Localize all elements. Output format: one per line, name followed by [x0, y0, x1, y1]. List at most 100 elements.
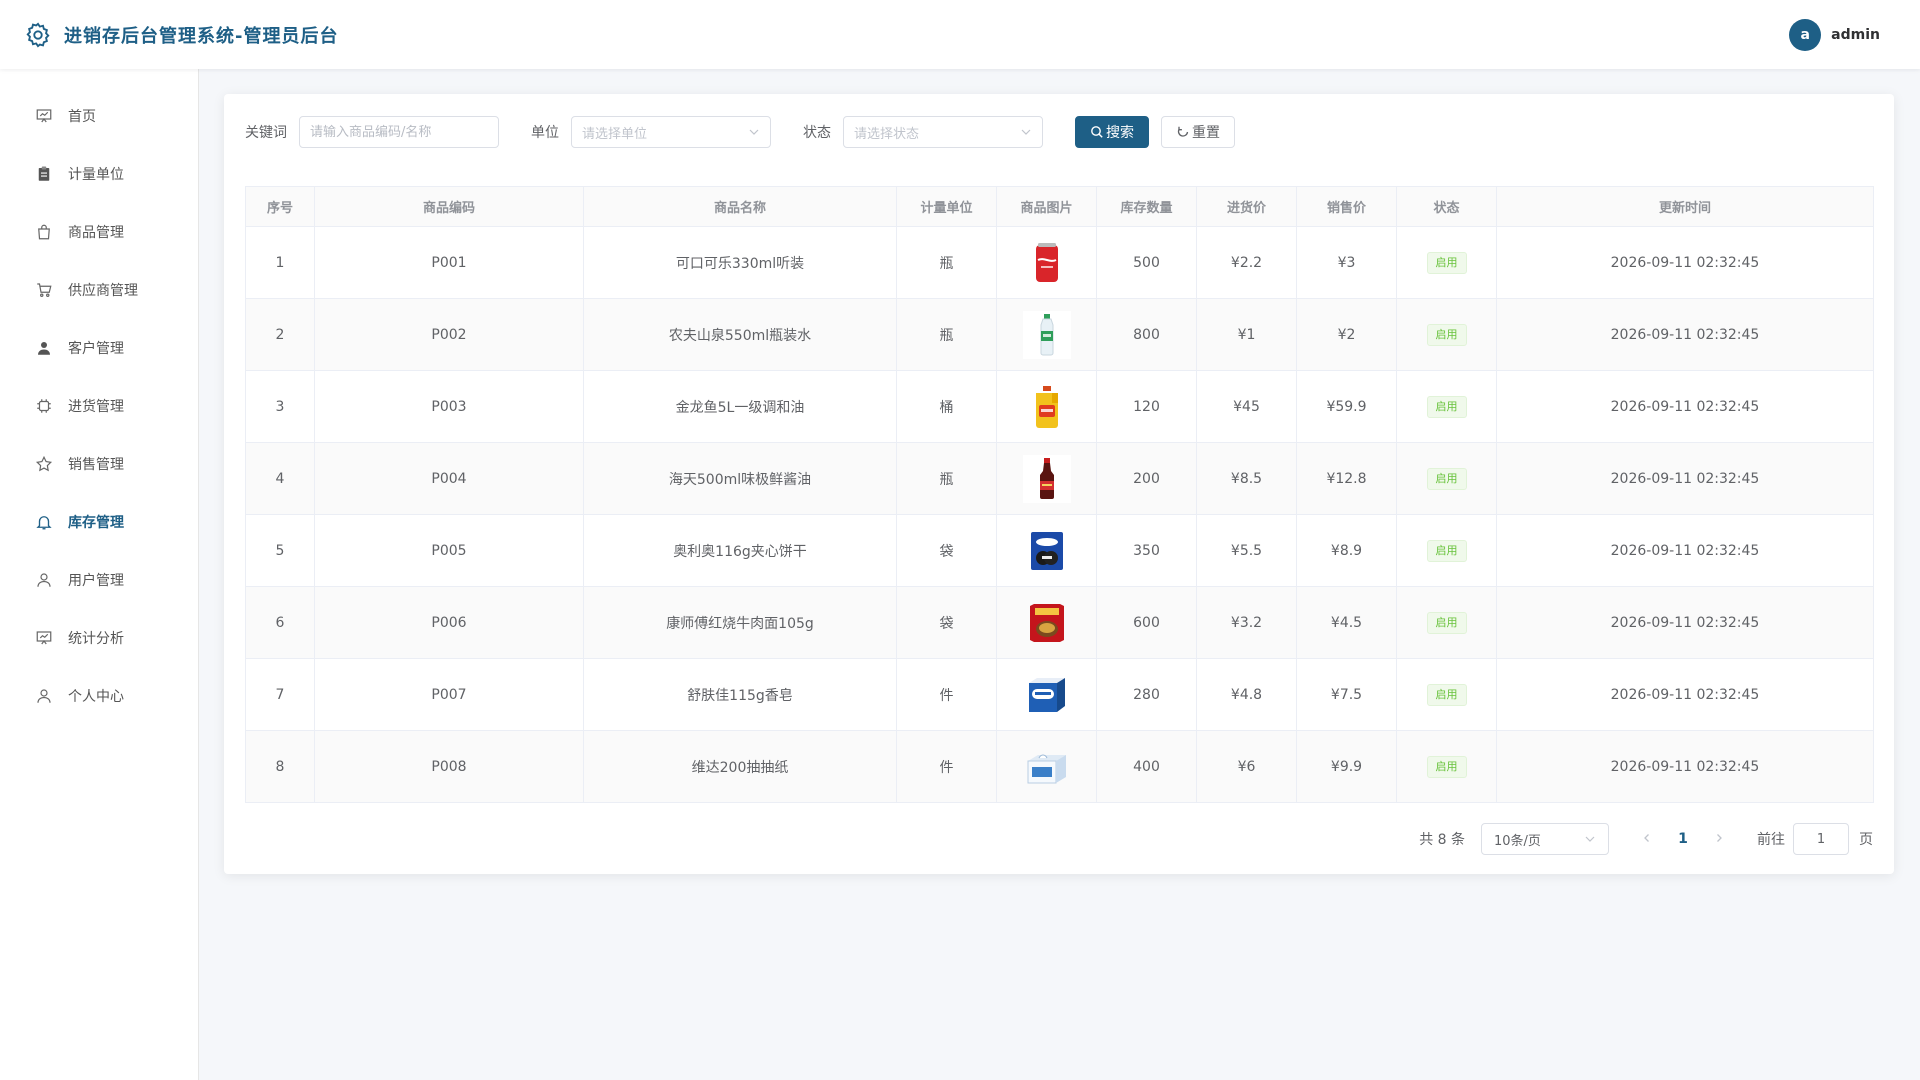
oreo-pack-image[interactable]: [1023, 527, 1071, 575]
water-bottle-image[interactable]: [1022, 310, 1071, 359]
status-badge: 启用: [1426, 755, 1467, 778]
sidebar-item-purchase[interactable]: 进货管理: [0, 377, 198, 435]
search-icon: [1090, 125, 1104, 139]
table-row[interactable]: 6 P006 康师傅红烧牛肉面105g 袋 600 ¥3.2 ¥4.5 启用 2…: [245, 586, 1874, 659]
sidebar-item-products[interactable]: 商品管理: [0, 203, 198, 261]
pagination: 共 8 条 10条/页 1 前往 1 页: [1419, 823, 1873, 855]
unit-select-placeholder: 请选择单位: [582, 126, 648, 142]
inventory-table: 序号 商品编码 商品名称 计量单位 商品图片 库存数量 进货价 销售价 状态 更…: [245, 186, 1874, 803]
chart-board-icon: [34, 628, 54, 648]
app-title: 进销存后台管理系统-管理员后台: [64, 25, 339, 47]
cell-updated: 2026-09-11 02:32:45: [1496, 370, 1874, 443]
column-header: 销售价: [1296, 186, 1397, 227]
sidebar-item-label: 客户管理: [68, 341, 124, 357]
column-header: 商品名称: [583, 186, 897, 227]
keyword-label: 关键词: [245, 125, 287, 141]
inventory-card: 关键词 单位 请选择单位 状态 请选择状态 搜索 重置: [224, 94, 1894, 874]
cell-name: 农夫山泉550ml瓶装水: [583, 298, 897, 371]
oil-jug-image[interactable]: [1023, 383, 1071, 431]
chevron-down-icon: [1584, 833, 1596, 845]
sidebar-item-users[interactable]: 用户管理: [0, 551, 198, 609]
cell-qty: 600: [1096, 586, 1197, 659]
cell-qty: 350: [1096, 514, 1197, 587]
cell-updated: 2026-09-11 02:32:45: [1496, 226, 1874, 299]
search-button[interactable]: 搜索: [1075, 116, 1149, 148]
sidebar-item-home[interactable]: 首页: [0, 87, 198, 145]
table-row[interactable]: 1 P001 可口可乐330ml听装 瓶 500 ¥2.2 ¥3 启用 2026…: [245, 226, 1874, 299]
cell-price: ¥4.5: [1296, 586, 1397, 659]
status-label: 状态: [803, 125, 831, 141]
cell-qty: 500: [1096, 226, 1197, 299]
user-menu[interactable]: a admin: [1789, 18, 1880, 51]
user-icon: [34, 570, 54, 590]
cell-price: ¥3: [1296, 226, 1397, 299]
cell-updated: 2026-09-11 02:32:45: [1496, 586, 1874, 659]
cell-no: 4: [245, 442, 315, 515]
status-badge: 启用: [1426, 683, 1467, 706]
gear-icon: [24, 21, 52, 49]
page-size-select[interactable]: 10条/页: [1481, 823, 1609, 855]
sidebar-item-customers[interactable]: 客户管理: [0, 319, 198, 377]
sidebar-item-profile[interactable]: 个人中心: [0, 667, 198, 725]
keyword-input[interactable]: [299, 116, 499, 148]
cell-unit: 瓶: [896, 298, 997, 371]
cell-unit: 桶: [896, 370, 997, 443]
status-select-placeholder: 请选择状态: [854, 126, 920, 142]
soap-box-image[interactable]: [1023, 671, 1071, 719]
user-icon: [34, 686, 54, 706]
cell-code: P003: [314, 370, 584, 443]
goto-page-input[interactable]: 1: [1793, 823, 1849, 855]
chevron-down-icon: [1020, 126, 1032, 138]
status-badge: 启用: [1426, 251, 1467, 274]
reset-button[interactable]: 重置: [1161, 116, 1235, 148]
table-row[interactable]: 4 P004 海天500ml味极鲜酱油 瓶 200 ¥8.5 ¥12.8 启用 …: [245, 442, 1874, 515]
page-number-current[interactable]: 1: [1667, 831, 1699, 847]
next-page-button[interactable]: [1707, 831, 1731, 847]
cell-code: P006: [314, 586, 584, 659]
table-row[interactable]: 3 P003 金龙鱼5L一级调和油 桶 120 ¥45 ¥59.9 启用 202…: [245, 370, 1874, 443]
table-row[interactable]: 2 P002 农夫山泉550ml瓶装水 瓶 800 ¥1 ¥2 启用 2026-…: [245, 298, 1874, 371]
avatar[interactable]: a: [1789, 18, 1822, 51]
table-row[interactable]: 8 P008 维达200抽抽纸 件 400 ¥6 ¥9.9 启用 2026-09…: [245, 730, 1874, 803]
cell-cost: ¥45: [1196, 370, 1297, 443]
column-header: 序号: [245, 186, 315, 227]
sidebar-item-units[interactable]: 计量单位: [0, 145, 198, 203]
table-row[interactable]: 7 P007 舒肤佳115g香皂 件 280 ¥4.8 ¥7.5 启用 2026…: [245, 658, 1874, 731]
cell-name: 康师傅红烧牛肉面105g: [583, 586, 897, 659]
cola-can-image[interactable]: [1023, 239, 1071, 287]
prev-page-button[interactable]: [1635, 831, 1659, 847]
cell-unit: 瓶: [896, 226, 997, 299]
chevron-down-icon: [748, 126, 760, 138]
soy-sauce-image[interactable]: [1022, 454, 1071, 503]
star-icon: [34, 454, 54, 474]
table-row[interactable]: 5 P005 奥利奥116g夹心饼干 袋 350 ¥5.5 ¥8.9 启用 20…: [245, 514, 1874, 587]
cell-cost: ¥4.8: [1196, 658, 1297, 731]
cell-unit: 件: [896, 658, 997, 731]
reset-button-label: 重置: [1192, 125, 1220, 141]
noodle-pack-image[interactable]: [1023, 599, 1071, 647]
cell-code: P007: [314, 658, 584, 731]
sidebar-item-label: 进货管理: [68, 399, 124, 415]
username[interactable]: admin: [1831, 27, 1880, 43]
cell-qty: 400: [1096, 730, 1197, 803]
tissue-box-image[interactable]: [1023, 743, 1071, 791]
cell-name: 维达200抽抽纸: [583, 730, 897, 803]
cell-no: 6: [245, 586, 315, 659]
status-badge: 启用: [1426, 395, 1467, 418]
cell-qty: 120: [1096, 370, 1197, 443]
sidebar-item-label: 销售管理: [68, 457, 124, 473]
status-select[interactable]: 请选择状态: [843, 116, 1043, 148]
column-header: 状态: [1396, 186, 1497, 227]
cell-cost: ¥1: [1196, 298, 1297, 371]
cell-cost: ¥8.5: [1196, 442, 1297, 515]
cell-cost: ¥2.2: [1196, 226, 1297, 299]
column-header: 计量单位: [896, 186, 997, 227]
cell-updated: 2026-09-11 02:32:45: [1496, 658, 1874, 731]
sidebar-item-sales[interactable]: 销售管理: [0, 435, 198, 493]
cell-updated: 2026-09-11 02:32:45: [1496, 730, 1874, 803]
sidebar-item-suppliers[interactable]: 供应商管理: [0, 261, 198, 319]
sidebar-item-inventory[interactable]: 库存管理: [0, 493, 198, 551]
chevron-left-icon: [1644, 834, 1649, 842]
unit-select[interactable]: 请选择单位: [571, 116, 771, 148]
sidebar-item-statistics[interactable]: 统计分析: [0, 609, 198, 667]
